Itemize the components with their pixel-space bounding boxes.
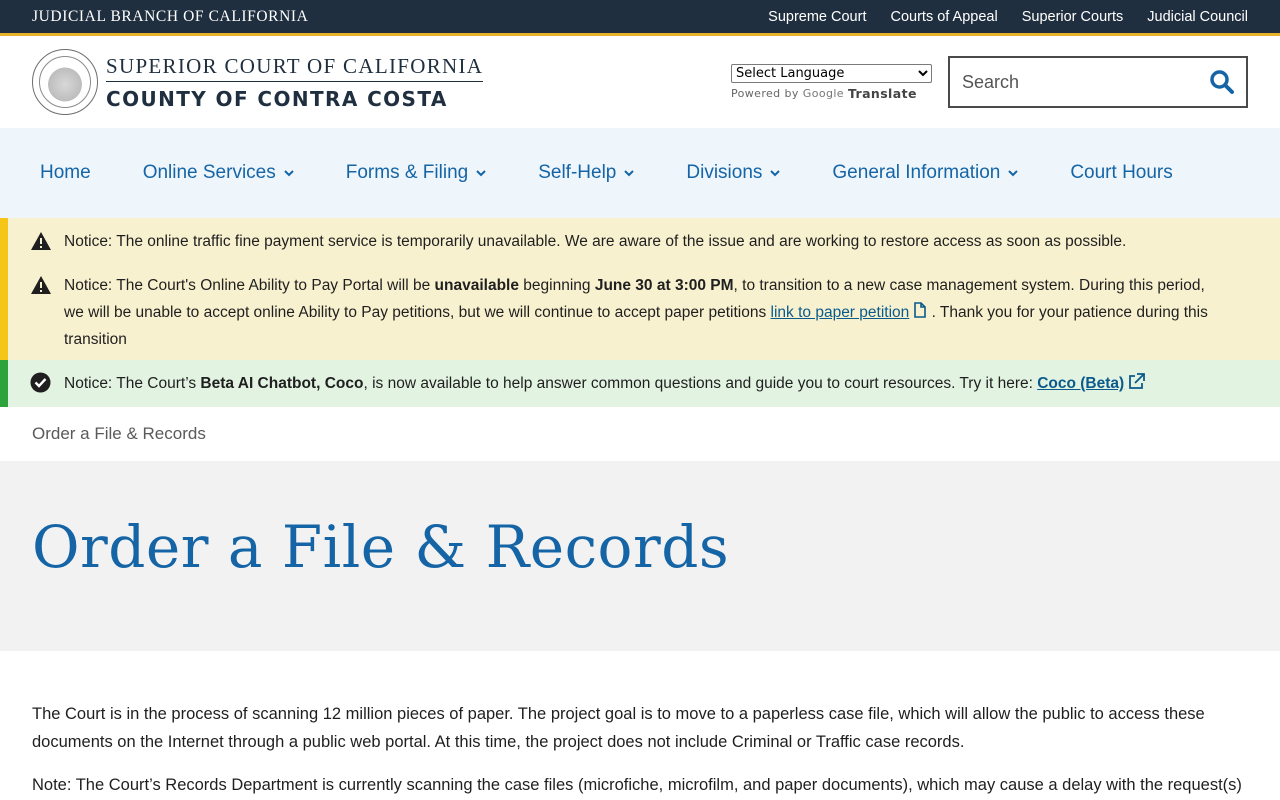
- nav-general-information-label: General Information: [832, 162, 1001, 183]
- notice-bold-unavailable: unavailable: [434, 277, 519, 294]
- site-search: [948, 56, 1248, 108]
- court-name-line2: COUNTY OF CONTRA COSTA: [106, 86, 448, 111]
- nav-forms-filing[interactable]: Forms & Filing: [346, 162, 486, 184]
- chevron-down-icon: [476, 170, 486, 177]
- translate-text: Translate: [847, 86, 917, 101]
- main-content: The Court is in the process of scanning …: [0, 651, 1280, 799]
- nav-general-information[interactable]: General Information: [832, 162, 1019, 184]
- search-icon: [1210, 70, 1234, 94]
- seal-emblem: [39, 56, 91, 108]
- powered-by-text: Powered by: [731, 87, 799, 100]
- warning-icon: [31, 232, 51, 250]
- notice-body: , is now available to help answer common…: [363, 375, 1038, 392]
- external-link-icon: [1129, 373, 1146, 389]
- courts-of-appeal-link[interactable]: Courts of Appeal: [890, 9, 997, 25]
- document-icon: [914, 302, 927, 318]
- nav-home-label: Home: [40, 162, 91, 183]
- main-nav: Home Online Services Forms & Filing Self…: [0, 128, 1280, 218]
- breadcrumb-current: Order a File & Records: [32, 424, 206, 443]
- notice-ability-to-pay: Notice: The Court's Online Ability to Pa…: [0, 262, 1280, 360]
- notice-prefix: Notice:: [64, 233, 113, 250]
- notice-body: beginning: [518, 277, 595, 294]
- nav-divisions[interactable]: Divisions: [686, 162, 781, 184]
- page-title: Order a File & Records: [32, 513, 730, 581]
- check-circle-icon: [30, 372, 51, 393]
- supreme-court-link[interactable]: Supreme Court: [768, 9, 866, 25]
- coco-beta-link[interactable]: Coco (Beta): [1037, 375, 1124, 392]
- notice-ai-chatbot: Notice: The Court’s Beta AI Chatbot, Coc…: [0, 360, 1280, 407]
- notice-text: Notice: The Court's Online Ability to Pa…: [64, 272, 1220, 353]
- court-name-line1: SUPERIOR COURT OF CALIFORNIA: [106, 54, 484, 82]
- nav-online-services[interactable]: Online Services: [143, 162, 294, 184]
- language-select[interactable]: Select Language: [731, 64, 932, 83]
- warning-icon: [31, 276, 51, 294]
- nav-self-help[interactable]: Self-Help: [538, 162, 635, 184]
- notice-bold-date: June 30 at 3:00 PM: [594, 277, 734, 294]
- top-links: Supreme Court Courts of Appeal Superior …: [768, 9, 1248, 25]
- site-header: SUPERIOR COURT OF CALIFORNIA COUNTY OF C…: [0, 36, 1280, 128]
- nav-divisions-label: Divisions: [686, 162, 763, 183]
- chevron-down-icon: [624, 170, 635, 177]
- page-hero: Order a File & Records: [0, 461, 1280, 651]
- notice-body: The online traffic fine payment service …: [112, 233, 1127, 250]
- nav-court-hours[interactable]: Court Hours: [1070, 162, 1172, 184]
- judicial-branch-bar: JUDICIAL BRANCH OF CALIFORNIA Supreme Co…: [0, 0, 1280, 36]
- nav-forms-filing-label: Forms & Filing: [345, 162, 469, 183]
- google-logo[interactable]: Google: [803, 87, 844, 100]
- notice-text: Notice: The Court’s Beta AI Chatbot, Coc…: [64, 370, 1146, 397]
- notice-prefix: Notice:: [64, 277, 113, 294]
- notice-text: Notice: The online traffic fine payment …: [64, 228, 1126, 255]
- content-paragraph-2: Note: The Court’s Records Department is …: [32, 776, 1242, 794]
- nav-home[interactable]: Home: [40, 162, 91, 184]
- notice-body: The Court’s: [112, 375, 201, 392]
- chevron-down-icon: [770, 170, 781, 177]
- nav-online-services-label: Online Services: [142, 162, 276, 183]
- notice-body: The Court's Online Ability to Pay Portal…: [112, 277, 435, 294]
- notice-prefix: Notice:: [64, 375, 113, 392]
- search-input[interactable]: [950, 58, 1198, 106]
- superior-courts-link[interactable]: Superior Courts: [1022, 9, 1124, 25]
- nav-self-help-label: Self-Help: [538, 162, 617, 183]
- notice-bold-chatbot: Beta AI Chatbot, Coco: [200, 375, 364, 392]
- court-seal-logo[interactable]: [32, 49, 98, 115]
- paper-petition-link[interactable]: link to paper petition: [771, 304, 910, 321]
- content-paragraph-1: The Court is in the process of scanning …: [32, 705, 1205, 751]
- chevron-down-icon: [1008, 170, 1019, 177]
- breadcrumb: Order a File & Records: [0, 407, 1280, 461]
- judicial-branch-title: JUDICIAL BRANCH OF CALIFORNIA: [32, 7, 309, 25]
- powered-by-google: Powered by Google Translate: [731, 86, 932, 101]
- notice-traffic-payment: Notice: The online traffic fine payment …: [0, 218, 1280, 262]
- nav-court-hours-label: Court Hours: [1070, 162, 1173, 183]
- chevron-down-icon: [284, 170, 294, 177]
- search-button[interactable]: [1198, 58, 1246, 106]
- court-name[interactable]: SUPERIOR COURT OF CALIFORNIA COUNTY OF C…: [106, 54, 484, 111]
- google-translate: Select Language Powered by Google Transl…: [731, 64, 932, 101]
- judicial-council-link[interactable]: Judicial Council: [1147, 9, 1248, 25]
